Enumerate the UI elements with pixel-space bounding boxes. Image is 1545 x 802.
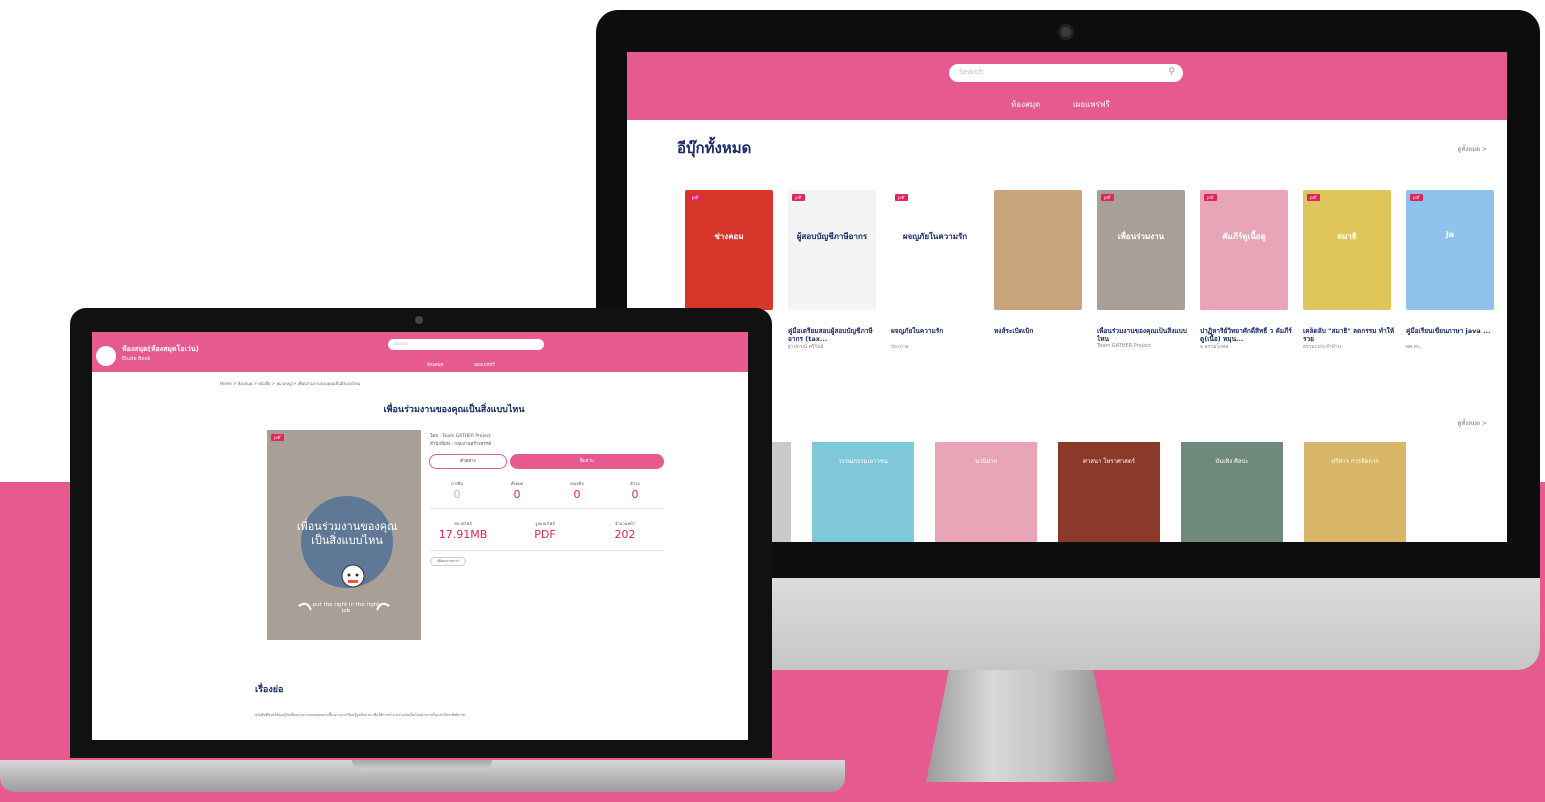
desktop-header: Search ⚲ ห้องสมุด เผยแพร่ฟรี	[627, 52, 1507, 120]
book-title-item[interactable]: ผจญภัยในความรัก	[891, 327, 983, 343]
pdf-badge: pdf	[1410, 194, 1423, 201]
category-tile[interactable]: ศาสนา โหราศาสตร์	[1058, 442, 1160, 542]
desktop-search-input[interactable]: Search ⚲	[949, 64, 1183, 82]
laptop-nav-publish[interactable]: เผยแพร่ฟรี	[474, 361, 495, 368]
detail-label: ขนาดไฟล์	[454, 521, 472, 526]
laptop-header: ห้องสมุด(ห้องสมุดโอเว่น) Etude Book Sear…	[92, 332, 748, 372]
book-cover-item[interactable]: pdf ช่างคอม	[685, 190, 773, 310]
desktop-nav-library[interactable]: ห้องสมุด	[1011, 98, 1040, 111]
book-cover-item[interactable]: pdf เพื่อนร่วมงาน	[1097, 190, 1185, 310]
laptop-search-input[interactable]: Search	[388, 339, 544, 350]
brand-subtitle: Etude Book	[122, 356, 151, 362]
pdf-badge: pdf	[1101, 194, 1114, 201]
book-cover-text: ผู้สอบบัญชีภาษีอากร	[796, 232, 868, 241]
detail-item: ขนาดไฟล์ 17.91MB	[428, 520, 498, 541]
detail-value: 17.91MB	[438, 528, 488, 541]
book-cover-item[interactable]	[994, 190, 1082, 310]
book-cover-text: เพื่อนร่วมงาน	[1117, 232, 1165, 241]
category-tile[interactable]: นวนิยาย	[935, 442, 1037, 542]
category-tile[interactable]: บันเทิง ศิลปะ	[1181, 442, 1283, 542]
detail-label: จำนวนหน้า	[615, 521, 635, 526]
book-cover: pdf เพื่อนร่วมงานของคุณเป็นสิ่งแบบไหน pu…	[267, 430, 421, 640]
cover-title: เพื่อนร่วมงานของคุณเป็นสิ่งแบบไหน	[296, 520, 398, 547]
book-cover-text: ผจญภัยในความรัก	[902, 232, 968, 241]
cover-quote: put the right in the right job	[312, 602, 380, 614]
book-title-item[interactable]: เพื่อนร่วมงานของคุณเป็นสิ่งแบบไหน	[1097, 327, 1189, 343]
see-all-link[interactable]: ดูทั้งหมด >	[1457, 144, 1487, 154]
book-title-item[interactable]: ปาฏิหาริย์วิทยาศักดิ์สิทธิ์ ว คัมภีร์ดู(…	[1200, 327, 1292, 343]
stat-label: คิวรอ	[630, 481, 640, 486]
book-author-item: ธ.ธรรมโกศล	[1200, 344, 1229, 350]
pdf-badge: pdf	[792, 194, 805, 201]
category-tile[interactable]: บริหาร การจัดการ	[1304, 442, 1406, 542]
book-title: เพื่อนร่วมงานของคุณเป็นสิ่งแบบไหน	[383, 405, 525, 415]
book-author: โดย : Team GATHER Project	[430, 434, 491, 439]
category-tile[interactable]: วรรณกรรมเยาวชน	[812, 442, 914, 542]
stats-divider	[430, 508, 664, 509]
section-title: อีบุ๊กทั้งหมด	[677, 139, 752, 157]
category-label: บริหาร การจัดการ	[1331, 458, 1379, 465]
borrow-button[interactable]: ยืมอ่าน	[510, 454, 664, 469]
laptop-camera	[415, 316, 423, 324]
detail-value: PDF	[534, 528, 556, 541]
book-title-item[interactable]: คู่มือเตรียมสอบผู้สอบบัญชีภาษีอากร (tax.…	[788, 327, 880, 343]
pdf-badge: pdf	[1307, 194, 1320, 201]
pdf-badge: pdf	[271, 434, 284, 441]
breadcrumb[interactable]: Home > ห้องสมุด > หนังสือ > หมวดหมู่ > เ…	[220, 380, 360, 387]
stat-item: คิวรอ 0	[600, 480, 670, 501]
detail-item: จำนวนหน้า 202	[590, 520, 660, 541]
book-cover-text: Ja	[1445, 230, 1455, 239]
book-cover-item[interactable]: pdf ผู้สอบบัญชีภาษีอากร	[788, 190, 876, 310]
category-label: ศาสนา โหราศาสตร์	[1083, 458, 1135, 465]
desktop-nav-publish[interactable]: เผยแพร่ฟรี	[1073, 98, 1110, 111]
book-author-item: Team GATHER Project	[1097, 343, 1151, 349]
book-cover-text: คัมภีร์ดูเนื้อดู	[1222, 232, 1266, 241]
imac-camera	[1058, 24, 1074, 40]
book-author-item: ฐาปกรณ์ ศรีรัมย์	[788, 344, 824, 350]
book-author-item: ธรรมะประจำบ้าน	[1303, 344, 1342, 350]
book-cover-item[interactable]: pdf Ja	[1406, 190, 1494, 310]
imac-stand	[926, 670, 1116, 782]
pdf-badge: pdf	[895, 194, 908, 201]
sample-button[interactable]: ตัวอย่าง	[429, 454, 507, 469]
summary-heading: เรื่องย่อ	[255, 685, 284, 695]
category-label: วรรณกรรมเยาวชน	[838, 458, 888, 465]
stat-value: 0	[631, 488, 639, 501]
laptop-nav-library[interactable]: ห้องสมุด	[427, 361, 444, 368]
pdf-badge: pdf	[1204, 194, 1217, 201]
category-label: บันเทิง ศิลปะ	[1215, 458, 1249, 465]
book-cover-text: สมาธิ	[1337, 232, 1357, 241]
detail-value: 202	[614, 528, 636, 541]
detail-label: รูปแบบไฟล์	[535, 521, 555, 526]
book-title-item[interactable]: เคล็ดลับ "สมาธิ" ลดกรรม ทำให้รวย	[1303, 327, 1395, 343]
add-to-list-button[interactable]: เพิ่มลงรายการ	[430, 557, 466, 566]
laptop-screen: ห้องสมุด(ห้องสมุดโอเว่น) Etude Book Sear…	[92, 332, 748, 740]
summary-text: หนังสือที่ช่วยให้คุณรู้จักเพื่อนร่วมงานข…	[255, 713, 465, 717]
book-cover-item[interactable]: pdf ผจญภัยในความรัก	[891, 190, 979, 310]
laptop-notch	[352, 760, 492, 770]
details-divider	[430, 550, 664, 551]
book-author-item: ประภาส	[891, 344, 909, 350]
promo-stage: Search ⚲ ห้องสมุด เผยแพร่ฟรี อีบุ๊กทั้งห…	[0, 0, 1545, 802]
book-cover-text: ช่างคอม	[714, 232, 744, 241]
book-cover-item[interactable]: pdf คัมภีร์ดูเนื้อดู	[1200, 190, 1288, 310]
book-cover-item[interactable]: pdf สมาธิ	[1303, 190, 1391, 310]
book-title-item[interactable]: หงส์ระเบิดเบิก	[994, 327, 1086, 343]
brand-name[interactable]: ห้องสมุด(ห้องสมุดโอเว่น)	[122, 344, 199, 355]
detail-item: รูปแบบไฟล์ PDF	[510, 520, 580, 541]
library-logo[interactable]	[96, 346, 116, 366]
book-publisher: สำนักพิมพ์ : กลุ่มงานสร้างสรรค์	[430, 442, 492, 447]
see-all-link-categories[interactable]: ดูทั้งหมด >	[1457, 418, 1487, 428]
book-author-item: ผศ.ดร.	[1406, 344, 1422, 350]
book-title-item[interactable]: คู่มือเรียนเขียนภาษา java ...	[1406, 327, 1498, 343]
pdf-badge: pdf	[689, 194, 702, 201]
search-icon[interactable]: ⚲	[1168, 67, 1175, 77]
category-label: นวนิยาย	[975, 458, 997, 465]
